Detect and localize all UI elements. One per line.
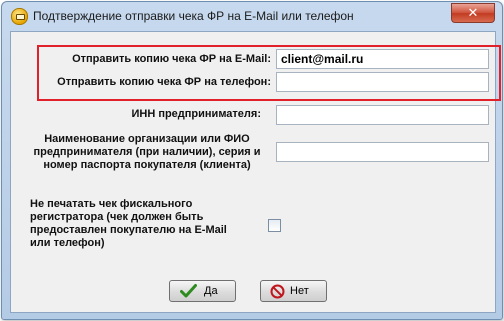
yes-button-label: Да [204,285,218,297]
dialog-body: Отправить копию чека ФР на E-Mail: Отпра… [10,31,501,313]
email-label: Отправить копию чека ФР на E-Mail: [72,53,271,65]
close-button[interactable]: ✕ [451,3,495,23]
checkmark-icon [180,284,197,298]
inn-field[interactable] [276,105,489,125]
no-print-checkbox[interactable] [268,219,281,232]
org-label: Наименование организации или ФИО предпри… [22,133,272,172]
noprint-label-line-1: Не печатать чек фискального [30,198,193,210]
noprint-label-line-3: предоставлен покупателю на E-Mail [30,224,227,236]
noprint-label-line-4: или телефон) [30,237,105,249]
app-icon [11,8,28,25]
org-label-line-1: Наименование организации или ФИО [44,133,250,145]
close-icon: ✕ [467,5,479,20]
email-field[interactable] [276,49,489,69]
noprint-label: Не печатать чек фискального регистратора… [30,198,260,250]
no-button[interactable]: Нет [260,280,327,302]
window-title: Подтверждение отправки чека ФР на E-Mail… [33,9,354,23]
phone-field[interactable] [276,72,489,92]
org-label-line-2: предпринимателя (при наличии), серия и [33,146,261,158]
no-button-label: Нет [290,285,309,297]
no-entry-icon [270,284,285,299]
noprint-label-line-2: регистратора (чек должен быть [30,211,204,223]
org-field[interactable] [276,142,489,162]
org-label-line-3: номер паспорта покупателя (клиента) [43,159,251,171]
title-bar[interactable]: Подтверждение отправки чека ФР на E-Mail… [2,2,502,30]
phone-label: Отправить копию чека ФР на телефон: [57,76,271,88]
dialog-window: Подтверждение отправки чека ФР на E-Mail… [1,1,503,320]
inn-label: ИНН предпринимателя: [131,108,261,120]
yes-button[interactable]: Да [169,280,236,302]
